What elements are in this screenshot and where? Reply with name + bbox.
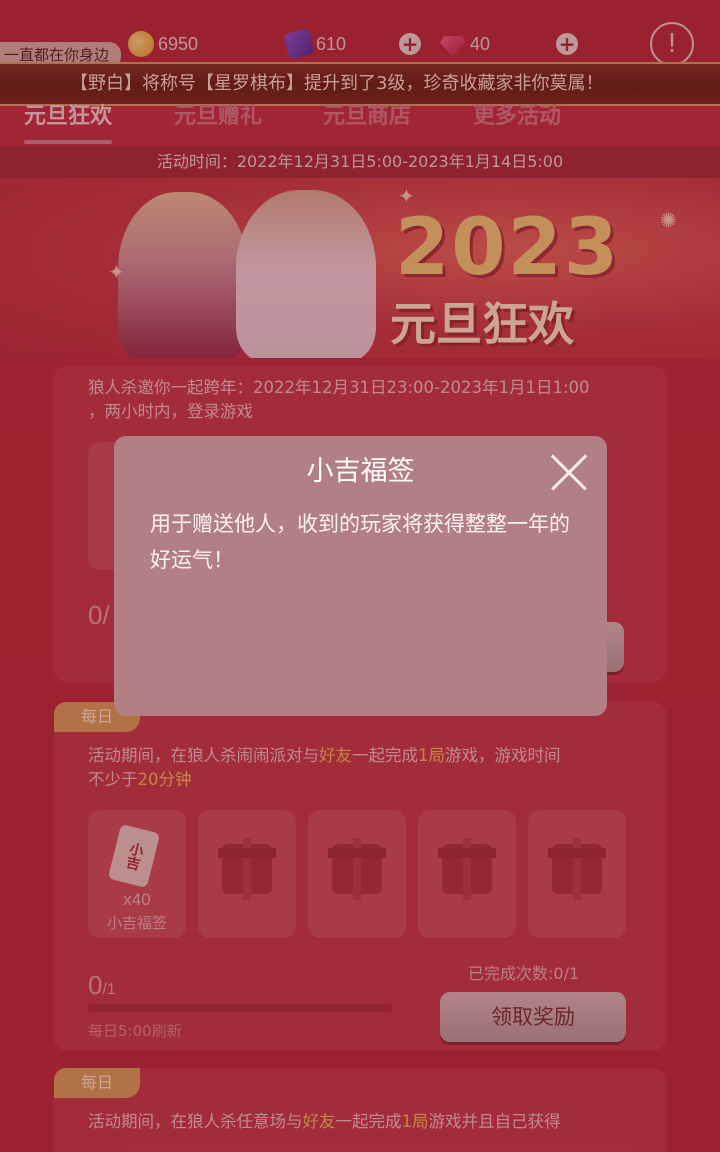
close-icon[interactable] — [549, 452, 589, 492]
dialog-title: 小吉福签 — [306, 456, 415, 487]
page: 6950 610 + 40 + ! 一直都在你身边 【野白】将称号【星罗棋布】提… — [0, 0, 720, 1152]
dialog-body: 用于赠送他人，收到的玩家将获得整整一年的好运气！ — [150, 512, 570, 572]
item-info-dialog: 小吉福签 用于赠送他人，收到的玩家将获得整整一年的好运气！ — [114, 436, 607, 716]
